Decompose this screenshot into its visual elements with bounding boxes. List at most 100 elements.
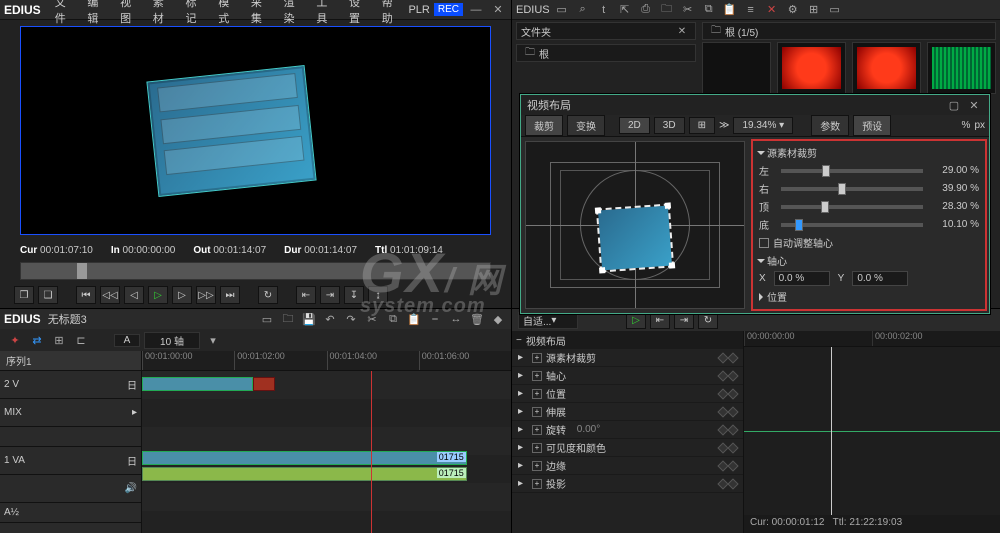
set-in-button[interactable]: ❐ bbox=[14, 286, 34, 304]
overwrite-button[interactable]: ↨ bbox=[368, 286, 388, 304]
thumb-3[interactable] bbox=[852, 42, 921, 94]
import-icon[interactable]: ⇱ bbox=[616, 2, 634, 18]
btn-2d[interactable]: 2D bbox=[619, 117, 650, 134]
tl-cut-icon[interactable]: ✂ bbox=[363, 311, 381, 327]
step-fwd-button[interactable]: ▷▷ bbox=[196, 286, 216, 304]
cut-icon[interactable]: ✂ bbox=[679, 2, 697, 18]
close-icon[interactable]: ✕ bbox=[489, 2, 507, 18]
minimize-icon[interactable]: — bbox=[467, 2, 485, 18]
goto-end-button[interactable]: ⏭ bbox=[220, 286, 240, 304]
fx-node-axis[interactable]: ▸+轴心 bbox=[512, 367, 743, 385]
settings-icon[interactable]: ⚙ bbox=[784, 2, 802, 18]
menu-edit[interactable]: 编辑 bbox=[81, 0, 112, 28]
auto-axis-checkbox[interactable]: 自动调整轴心 bbox=[759, 235, 979, 250]
menu-help[interactable]: 帮助 bbox=[376, 0, 407, 28]
new-bin-icon[interactable]: ▭ bbox=[553, 2, 571, 18]
track-count[interactable]: 10 轴 bbox=[144, 332, 200, 349]
tab-params[interactable]: 参数 bbox=[811, 115, 849, 136]
fx-graph[interactable] bbox=[744, 347, 1000, 515]
vlayout-titlebar[interactable]: 视频布局 ▢ ✕ bbox=[521, 95, 989, 115]
handle-tr[interactable] bbox=[664, 203, 670, 209]
fx-cursor[interactable] bbox=[831, 347, 832, 515]
slider-top-knob[interactable] bbox=[821, 201, 829, 213]
video-clip[interactable] bbox=[142, 377, 253, 391]
track-head-a2[interactable]: A½ bbox=[0, 503, 141, 523]
menu-capture[interactable]: 采集 bbox=[245, 0, 276, 28]
tree-icon[interactable]: ⊞ bbox=[805, 2, 823, 18]
unit-px[interactable]: px bbox=[974, 120, 985, 131]
step-back-button[interactable]: ◁◁ bbox=[100, 286, 120, 304]
mark-out-button[interactable]: ⇥ bbox=[320, 286, 340, 304]
handle-bl[interactable] bbox=[599, 267, 605, 273]
preview-viewport[interactable] bbox=[20, 26, 491, 235]
menu-file[interactable]: 文件 bbox=[49, 0, 80, 28]
tl-paste-icon[interactable]: 📋 bbox=[405, 311, 423, 327]
prev-frame-button[interactable]: ◁ bbox=[124, 286, 144, 304]
sequence-tab[interactable]: 序列1 bbox=[0, 351, 141, 371]
menu-settings[interactable]: 设置 bbox=[343, 0, 374, 28]
btn-3d[interactable]: 3D bbox=[654, 117, 685, 134]
slider-top-track[interactable] bbox=[781, 205, 923, 209]
slider-bottom-track[interactable] bbox=[781, 223, 923, 227]
rec-button[interactable]: REC bbox=[434, 3, 463, 16]
capture-icon[interactable]: ⎙ bbox=[637, 2, 655, 18]
tag-icon[interactable]: t bbox=[595, 2, 613, 18]
scrubber-head[interactable] bbox=[77, 263, 87, 279]
list-view-icon[interactable]: ≡ bbox=[742, 2, 760, 18]
folder-icon[interactable]: 🗀 bbox=[658, 2, 676, 18]
thumb-1[interactable] bbox=[702, 42, 771, 94]
track-head-mix[interactable]: MIX▸ bbox=[0, 399, 141, 427]
search-icon[interactable]: ⌕ bbox=[574, 2, 592, 18]
zoom-dropdown[interactable]: 19.34% ▾ bbox=[733, 117, 793, 134]
canvas-clip[interactable] bbox=[598, 206, 672, 270]
fx-root-node[interactable]: −视频布局 bbox=[512, 331, 743, 349]
handle-br[interactable] bbox=[669, 262, 675, 268]
vlayout-canvas[interactable] bbox=[525, 141, 745, 309]
slider-left-knob[interactable] bbox=[822, 165, 830, 177]
snap-icon[interactable]: ⊏ bbox=[72, 332, 90, 348]
tl-open-icon[interactable]: 🗀 bbox=[279, 311, 297, 327]
menu-mode[interactable]: 模式 bbox=[212, 0, 243, 28]
props-icon[interactable]: ▭ bbox=[826, 2, 844, 18]
menu-view[interactable]: 视图 bbox=[114, 0, 145, 28]
fx-node-shadow[interactable]: ▸+投影 bbox=[512, 475, 743, 493]
fx-ruler[interactable]: 00:00:00:00 00:00:02:00 bbox=[744, 331, 1000, 347]
tab-preset[interactable]: 预设 bbox=[853, 115, 891, 136]
goto-start-button[interactable]: ⏮ bbox=[76, 286, 96, 304]
edit-mode-icon[interactable]: ✦ bbox=[6, 332, 24, 348]
tl-save-icon[interactable]: 💾 bbox=[300, 311, 318, 327]
tl-redo-icon[interactable]: ↷ bbox=[342, 311, 360, 327]
menu-tools[interactable]: 工具 bbox=[310, 0, 341, 28]
play-button[interactable]: ▷ bbox=[148, 286, 168, 304]
video-clip-red[interactable] bbox=[253, 377, 275, 391]
folder-root-item[interactable]: 🗀 根 bbox=[516, 44, 696, 62]
menu-mark[interactable]: 标记 bbox=[180, 0, 211, 28]
slider-right-track[interactable] bbox=[781, 187, 923, 191]
section-axis[interactable]: 轴心 bbox=[759, 253, 979, 268]
thumb-4[interactable] bbox=[927, 42, 996, 94]
thumb-2[interactable] bbox=[777, 42, 846, 94]
track-head-1va[interactable]: 1 VA日 bbox=[0, 447, 141, 475]
fx-node-vis[interactable]: ▸+可见度和颜色 bbox=[512, 439, 743, 457]
tl-ripple-icon[interactable]: ↔ bbox=[447, 311, 465, 327]
vlayout-maximize-icon[interactable]: ▢ bbox=[945, 97, 963, 113]
section-src-crop[interactable]: 源素材裁剪 bbox=[759, 145, 979, 160]
trim-mode-icon[interactable]: ⇄ bbox=[28, 332, 46, 348]
slider-left-track[interactable] bbox=[781, 169, 923, 173]
fx-node-rotate[interactable]: ▸+旋转 0.00° bbox=[512, 421, 743, 439]
paste-icon[interactable]: 📋 bbox=[721, 2, 739, 18]
timeline-tracks[interactable]: 01715 01715 bbox=[142, 371, 511, 533]
insert-button[interactable]: ↧ bbox=[344, 286, 364, 304]
handle-tl[interactable] bbox=[595, 208, 601, 214]
slider-right-value[interactable]: 39.90 % bbox=[929, 183, 979, 194]
tl-delete-icon[interactable]: 🗑 bbox=[468, 311, 486, 327]
set-out-button[interactable]: ❑ bbox=[38, 286, 58, 304]
timeline-playhead[interactable] bbox=[371, 371, 372, 533]
tl-copy-icon[interactable]: ⧉ bbox=[384, 311, 402, 327]
delete-icon[interactable]: ✕ bbox=[763, 2, 781, 18]
loop-button[interactable]: ↻ bbox=[258, 286, 278, 304]
tl-new-icon[interactable]: ▭ bbox=[258, 311, 276, 327]
multicam-icon[interactable]: ⊞ bbox=[50, 332, 68, 348]
fx-node-edge[interactable]: ▸+边缘 bbox=[512, 457, 743, 475]
folder-close-icon[interactable]: ✕ bbox=[673, 23, 691, 39]
